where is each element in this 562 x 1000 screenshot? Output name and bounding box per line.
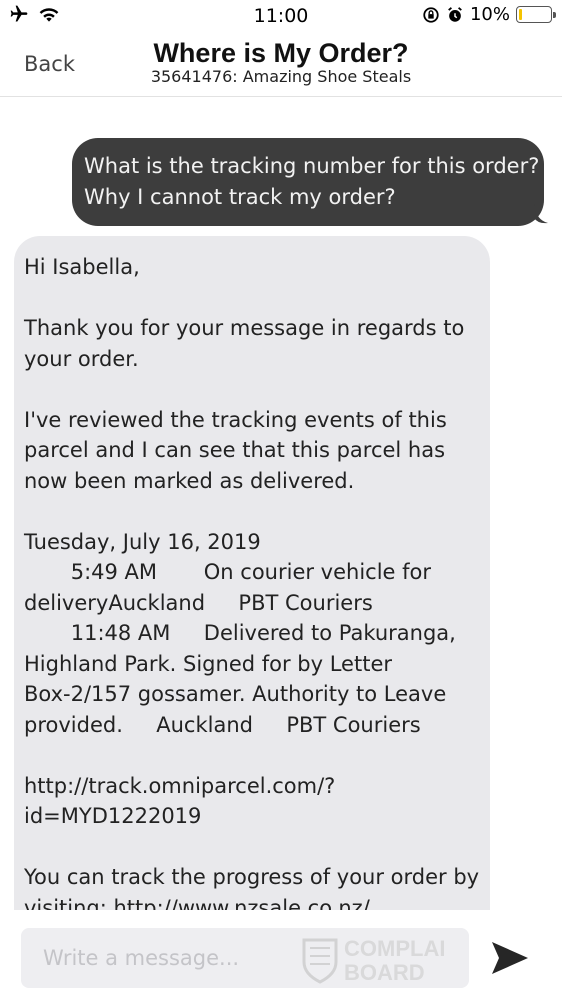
greeting: Hi Isabella, xyxy=(24,252,480,283)
message-input[interactable] xyxy=(21,928,469,988)
message-line: visiting: http://www.nzsale.co.nz/ xyxy=(24,895,370,911)
rotation-lock-icon xyxy=(423,6,439,23)
event-line: 5:49 AM On courier vehicle for xyxy=(24,560,432,584)
battery-level xyxy=(519,9,522,20)
tracking-events: Tuesday, July 16, 2019 5:49 AM On courie… xyxy=(24,527,480,741)
status-right: 10% xyxy=(422,4,556,25)
alarm-icon xyxy=(448,6,462,22)
incoming-message: Hi Isabella, Thank you for your message … xyxy=(14,236,490,910)
message-line: Hi Isabella, xyxy=(24,255,140,279)
event-line: Tuesday, July 16, 2019 xyxy=(24,529,261,554)
nav-header: Back Where is My Order? 35641476: Amazin… xyxy=(0,30,562,97)
battery-percent: 10% xyxy=(469,4,510,25)
outgoing-bubble-tail xyxy=(534,204,548,224)
message-line: I've reviewed the tracking events of thi… xyxy=(24,407,447,432)
link-line[interactable]: http://track.omniparcel.com/? xyxy=(24,771,480,802)
link-line[interactable]: id=MYD1222019 xyxy=(24,801,480,832)
status-bar: 11:00 10% xyxy=(0,0,562,30)
outgoing-line: What is the tracking number for this ord… xyxy=(84,154,540,178)
order-subtitle: 35641476: Amazing Shoe Steals xyxy=(150,67,412,86)
chat-thread[interactable]: What is the tracking number for this ord… xyxy=(0,98,562,910)
event-line: provided. Auckland PBT Couriers xyxy=(24,712,421,737)
message-paragraph: You can track the progress of your order… xyxy=(24,862,480,910)
page-title: Where is My Order? xyxy=(153,38,409,68)
outgoing-line: Why I cannot track my order? xyxy=(84,185,396,209)
outgoing-message: What is the tracking number for this ord… xyxy=(72,138,544,226)
message-line: now been marked as delivered. xyxy=(24,468,355,493)
event-line: Box-2/157 gossamer. Authority to Leave xyxy=(24,682,447,706)
event-line: Highland Park. Signed for by Letter xyxy=(24,651,393,676)
message-line: your order. xyxy=(24,346,139,371)
tracking-link[interactable]: http://track.omniparcel.com/? id=MYD1222… xyxy=(24,771,480,832)
event-line: deliveryAuckland PBT Couriers xyxy=(24,590,373,615)
send-icon[interactable] xyxy=(490,940,530,976)
message-composer: COMPLAI BOARD xyxy=(0,912,562,1000)
battery-icon xyxy=(516,6,556,23)
message-line: Thank you for your message in regards to xyxy=(24,316,465,340)
message-paragraph: I've reviewed the tracking events of thi… xyxy=(24,405,480,497)
message-line: parcel and I can see that this parcel ha… xyxy=(24,438,446,462)
event-line: 11:48 AM Delivered to Pakuranga, xyxy=(24,621,456,645)
message-line: You can track the progress of your order… xyxy=(24,865,480,889)
message-paragraph: Thank you for your message in regards to… xyxy=(24,313,480,374)
